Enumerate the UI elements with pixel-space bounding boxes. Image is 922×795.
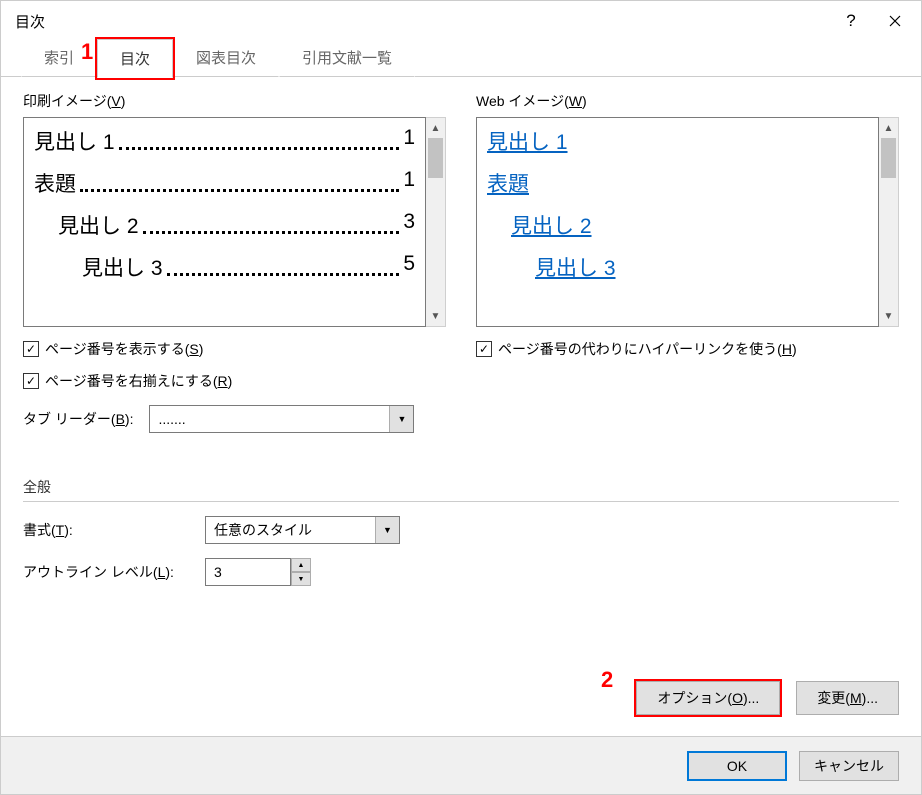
scroll-up-icon[interactable]: ▲ <box>879 118 898 138</box>
general-section: 全般 書式(T): 任意のスタイル ▼ アウトライン レベル(L): ▲ ▼ <box>1 477 921 586</box>
options-button[interactable]: オプション(O)... <box>636 681 780 715</box>
show-pagenum-checkbox[interactable]: ✓ <box>23 341 39 357</box>
toc-preview-line: 見出し 23 <box>34 210 415 240</box>
close-icon <box>889 15 901 27</box>
print-preview-label: 印刷イメージ(V) <box>23 91 446 111</box>
hyperlink-checkbox[interactable]: ✓ <box>476 341 492 357</box>
annotation-2: 2 <box>601 667 613 693</box>
show-pagenum-label: ページ番号を表示する(S) <box>45 339 203 359</box>
web-preview-label: Web イメージ(W) <box>476 91 899 111</box>
tab-leader-label: タブ リーダー(B): <box>23 409 133 429</box>
tab-figures[interactable]: 図表目次 <box>173 38 279 77</box>
general-heading: 全般 <box>23 477 899 497</box>
scroll-thumb[interactable] <box>881 138 896 178</box>
web-preview-box: 見出し 1 表題 見出し 2 見出し 3 <box>476 117 879 327</box>
toc-preview-line: 表題1 <box>34 168 415 198</box>
close-button[interactable] <box>873 5 917 37</box>
format-label: 書式(T): <box>23 520 193 540</box>
toc-preview-line: 見出し 11 <box>34 126 415 156</box>
help-button[interactable]: ? <box>829 5 873 37</box>
tab-content: 印刷イメージ(V) 見出し 11 表題1 見出し 23 見出し 35 ▲ ▼ ✓… <box>1 76 921 447</box>
outline-level-spinner[interactable]: ▲ ▼ <box>205 558 311 586</box>
web-preview-line: 見出し 2 <box>487 210 868 240</box>
tabstrip: 索引 目次 図表目次 引用文献一覧 <box>1 41 921 77</box>
chevron-down-icon[interactable]: ▼ <box>375 517 399 543</box>
print-preview-box: 見出し 11 表題1 見出し 23 見出し 35 <box>23 117 426 327</box>
outline-level-input[interactable] <box>205 558 291 586</box>
annotation-1: 1 <box>81 39 93 65</box>
format-combo[interactable]: 任意のスタイル ▼ <box>205 516 400 544</box>
hyperlink-label: ページ番号の代わりにハイパーリンクを使う(H) <box>498 339 797 359</box>
dialog-title: 目次 <box>15 11 829 32</box>
web-preview-line: 見出し 3 <box>487 252 868 282</box>
scrollbar[interactable]: ▲ ▼ <box>879 117 899 327</box>
toc-preview-line: 見出し 35 <box>34 252 415 282</box>
modify-button[interactable]: 変更(M)... <box>796 681 899 715</box>
chevron-down-icon[interactable]: ▼ <box>389 406 413 432</box>
right-align-checkbox[interactable]: ✓ <box>23 373 39 389</box>
web-preview-line: 表題 <box>487 168 868 198</box>
toc-dialog: 1 2 目次 ? 索引 目次 図表目次 引用文献一覧 印刷イメージ(V) 見出し… <box>0 0 922 795</box>
spinner-down-icon[interactable]: ▼ <box>291 572 311 586</box>
scroll-up-icon[interactable]: ▲ <box>426 118 445 138</box>
outline-label: アウトライン レベル(L): <box>23 562 193 582</box>
scroll-down-icon[interactable]: ▼ <box>426 306 445 326</box>
spinner-up-icon[interactable]: ▲ <box>291 558 311 572</box>
tab-leader-value: ....... <box>150 411 389 427</box>
tab-citations[interactable]: 引用文献一覧 <box>279 38 415 77</box>
web-link[interactable]: 見出し 3 <box>535 257 616 280</box>
right-align-label: ページ番号を右揃えにする(R) <box>45 371 232 391</box>
scroll-down-icon[interactable]: ▼ <box>879 306 898 326</box>
web-preview-col: Web イメージ(W) 見出し 1 表題 見出し 2 見出し 3 ▲ ▼ ✓ ペ… <box>476 91 899 433</box>
web-link[interactable]: 表題 <box>487 173 529 196</box>
web-preview-line: 見出し 1 <box>487 126 868 156</box>
print-preview-col: 印刷イメージ(V) 見出し 11 表題1 見出し 23 見出し 35 ▲ ▼ ✓… <box>23 91 446 433</box>
ok-button[interactable]: OK <box>687 751 787 781</box>
tab-leader-combo[interactable]: ....... ▼ <box>149 405 414 433</box>
format-value: 任意のスタイル <box>206 520 375 540</box>
titlebar: 目次 ? <box>1 1 921 41</box>
scroll-thumb[interactable] <box>428 138 443 178</box>
scrollbar[interactable]: ▲ ▼ <box>426 117 446 327</box>
web-link[interactable]: 見出し 2 <box>511 215 592 238</box>
tab-toc[interactable]: 目次 <box>97 39 173 78</box>
cancel-button[interactable]: キャンセル <box>799 751 899 781</box>
dialog-button-bar: OK キャンセル <box>1 736 921 794</box>
web-link[interactable]: 見出し 1 <box>487 131 568 154</box>
